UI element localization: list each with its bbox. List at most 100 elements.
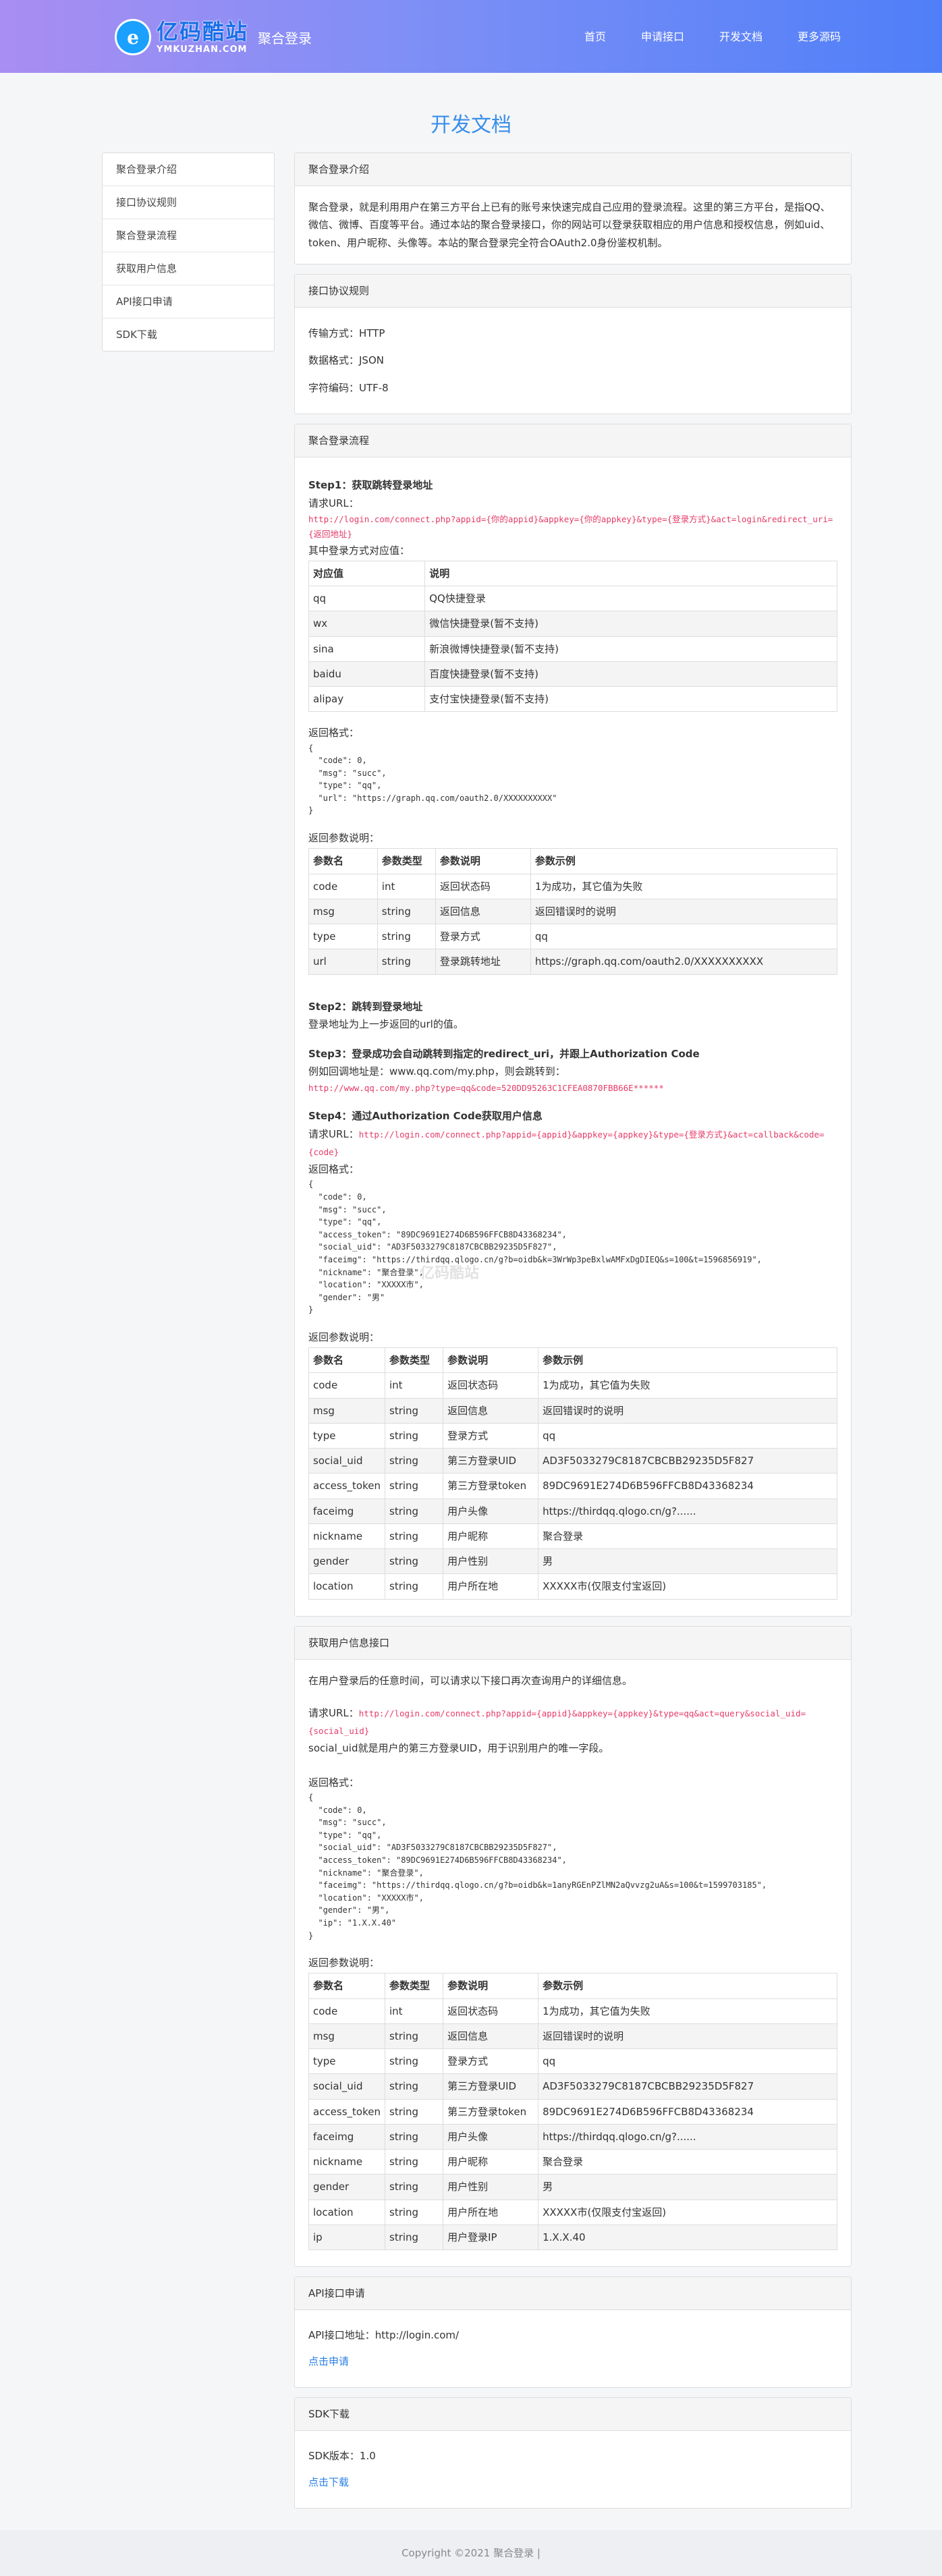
table-cell: 新浪微博快捷登录(暂不支持) xyxy=(424,636,837,662)
sidebar-item-api[interactable]: API接口申请 xyxy=(103,285,274,318)
table-cell: XXXXX市(仅限支付宝返回) xyxy=(538,2199,837,2225)
table-cell: string xyxy=(384,1448,444,1474)
table-cell: 第三方登录UID xyxy=(443,2073,539,2100)
table-cell: nickname xyxy=(308,2149,385,2175)
table-cell: 1.X.X.40 xyxy=(538,2224,837,2251)
step4-params-label: 返回参数说明： xyxy=(308,1331,380,1343)
step2-text: 登录地址为上一步返回的url的值。 xyxy=(308,1017,464,1030)
table-row: social_uid string 第三方登录UID AD3F5033279C8187… xyxy=(308,2073,837,2100)
table-cell: 1为成功，其它值为失败 xyxy=(538,1998,837,2024)
step4-title: Step4：通过Authorization Code获取用户信息 xyxy=(308,1110,543,1123)
table-row: gender string 用户性别男 xyxy=(308,1548,837,1575)
userinfo-uid-note: social_uid就是用户的第三方登录UID，用于识别用户的唯一字段。 xyxy=(308,1742,609,1755)
table-cell: 返回状态码 xyxy=(443,1372,539,1399)
userinfo-text: 在用户登录后的任意时间，可以请求以下接口再次查询用户的详细信息。 xyxy=(308,1674,633,1687)
step3-title: Step3：登录成功会自动跳转到指定的redirect_uri，并跟上Autho… xyxy=(308,1048,700,1061)
nav-docs[interactable]: 开发文档 xyxy=(719,28,763,44)
type-table-caption: 其中登录方式对应值： xyxy=(308,544,410,557)
table-cell: wx xyxy=(308,611,426,637)
table-row: url string 登录跳转地址 https://graph.qq.com/oaut… xyxy=(308,949,838,975)
protocol-title: 接口协议规则 xyxy=(295,274,851,308)
table-cell: int xyxy=(384,1372,444,1399)
flow-panel: 聚合登录流程 Step1：获取跳转登录地址 请求URL： http://logi… xyxy=(294,424,852,1617)
table-cell: 用户所在地 xyxy=(443,2199,539,2225)
table-row: type string 登录方式 qq xyxy=(308,1422,837,1449)
table-cell: 返回信息 xyxy=(443,2023,539,2050)
step1-param-rows: code int 返回状态码 1为成功，其它值为失败 msg string 返回信息 返回错误… xyxy=(308,873,838,975)
table-cell: string xyxy=(377,949,436,975)
table-cell: nickname xyxy=(308,1523,385,1550)
table-cell: string xyxy=(384,2023,444,2050)
userinfo-params-table: 参数名 参数类型 参数说明 参数示例 code int 返回状态码 1为成功，其它值为失败 m… xyxy=(308,1973,837,2251)
table-cell: msg xyxy=(308,898,378,925)
table-cell: XXXXX市(仅限支付宝返回) xyxy=(538,1573,837,1600)
table-cell: baidu xyxy=(308,661,426,688)
table-cell: qq xyxy=(538,1422,837,1449)
nav-apply[interactable]: 申请接口 xyxy=(641,28,684,44)
table-cell: 用户头像 xyxy=(443,2123,539,2150)
sidebar-item-flow[interactable]: 聚合登录流程 xyxy=(103,219,274,252)
apply-link[interactable]: 点击申请 xyxy=(308,2349,837,2375)
col-head: 说明 xyxy=(424,560,837,587)
protocol-transport: 传输方式：HTTP xyxy=(308,327,385,339)
step4-param-rows: code int 返回状态码 1为成功，其它值为失败 msg string 返回信息 返回错误… xyxy=(308,1372,837,1600)
step4-url: http://login.com/connect.php?appid={appi… xyxy=(308,1129,825,1157)
table-cell: string xyxy=(377,924,436,950)
table-cell: social_uid xyxy=(308,2073,385,2100)
download-link[interactable]: 点击下载 xyxy=(308,2469,837,2496)
table-cell: string xyxy=(384,1573,444,1600)
sidebar-item-protocol[interactable]: 接口协议规则 xyxy=(103,186,274,219)
table-cell: access_token xyxy=(308,1473,385,1499)
step1-title: Step1：获取跳转登录地址 xyxy=(308,479,433,492)
sidebar-item-intro[interactable]: 聚合登录介绍 xyxy=(103,153,274,186)
table-cell: string xyxy=(384,2048,444,2075)
table-cell: int xyxy=(384,1998,444,2024)
table-cell: faceimg xyxy=(308,1498,385,1524)
sidebar-item-sdk[interactable]: SDK下载 xyxy=(103,318,274,351)
nav-home[interactable]: 首页 xyxy=(584,28,606,44)
table-cell: code xyxy=(308,873,378,899)
protocol-format: 数据格式：JSON xyxy=(308,354,384,367)
table-row: msg string 返回信息 返回错误时的说明 xyxy=(308,898,838,925)
table-row: gender string 用户性别男 xyxy=(308,2174,837,2200)
table-cell: 登录方式 xyxy=(443,2048,539,2075)
table-row: code int 返回状态码 1为成功，其它值为失败 xyxy=(308,1998,837,2024)
table-cell: https://thirdqq.qlogo.cn/g?...... xyxy=(538,1498,837,1524)
sidebar-item-userinfo[interactable]: 获取用户信息 xyxy=(103,252,274,285)
sdk-title: SDK下载 xyxy=(295,2398,851,2432)
col-head: 参数类型 xyxy=(377,848,436,874)
table-cell: int xyxy=(377,873,436,899)
table-cell: 89DC9691E274D6B596FFCB8D43368234 xyxy=(538,1473,837,1499)
table-row: access_token string 第三方登录token 89DC9691E274… xyxy=(308,1473,837,1499)
table-row: faceimg string 用户头像 https://thirdqq.qlogo.c… xyxy=(308,2123,837,2150)
step2-title: Step2：跳转到登录地址 xyxy=(308,1000,423,1013)
login-type-table: 对应值 说明 qq QQ快捷登录 wx 微信快捷登录(暂不支持) sina 新浪微博快捷登录… xyxy=(308,560,837,712)
page-title: 开发文档 xyxy=(431,113,511,137)
table-cell: 用户所在地 xyxy=(443,1573,539,1600)
table-cell: 用户昵称 xyxy=(443,1523,539,1550)
table-cell: 第三方登录token xyxy=(443,1473,539,1499)
table-cell: string xyxy=(377,898,436,925)
table-cell: 聚合登录 xyxy=(538,2149,837,2175)
site-logo[interactable]: e 亿码酷站 YMKUZHAN.COM 聚合登录 xyxy=(115,19,312,55)
table-cell: 登录方式 xyxy=(443,1422,539,1449)
userinfo-param-rows: code int 返回状态码 1为成功，其它值为失败 msg string 返回信息 返回错误… xyxy=(308,1998,837,2251)
table-cell: 第三方登录token xyxy=(443,2098,539,2125)
step3-url: http://www.qq.com/my.php?type=qq&code=52… xyxy=(308,1082,664,1093)
col-head: 参数类型 xyxy=(384,1347,444,1374)
table-cell: qq xyxy=(530,924,838,950)
sidebar-menu: 聚合登录介绍 接口协议规则 聚合登录流程 获取用户信息 API接口申请 SDK下… xyxy=(102,152,275,352)
nav-more[interactable]: 更多源码 xyxy=(798,28,841,44)
table-cell: 登录方式 xyxy=(435,924,531,950)
userinfo-url-label: 请求URL： xyxy=(308,1706,359,1719)
table-header: 对应值 说明 xyxy=(308,560,837,587)
main-content: 聚合登录介绍 聚合登录，就是利用用户在第三方平台上已有的账号来快速完成自己应用的… xyxy=(294,152,852,2518)
col-head: 参数说明 xyxy=(435,848,531,874)
step1-params-label: 返回参数说明： xyxy=(308,832,380,845)
table-row: code int 返回状态码 1为成功，其它值为失败 xyxy=(308,873,838,899)
table-row: location string 用户所在地 XXXXX市(仅限支付宝返回) xyxy=(308,2199,837,2225)
table-cell: 微信快捷登录(暂不支持) xyxy=(424,611,837,637)
table-row: access_token string 第三方登录token 89DC9691E274… xyxy=(308,2098,837,2125)
table-cell: 用户昵称 xyxy=(443,2149,539,2175)
table-cell: 1为成功，其它值为失败 xyxy=(538,1372,837,1399)
